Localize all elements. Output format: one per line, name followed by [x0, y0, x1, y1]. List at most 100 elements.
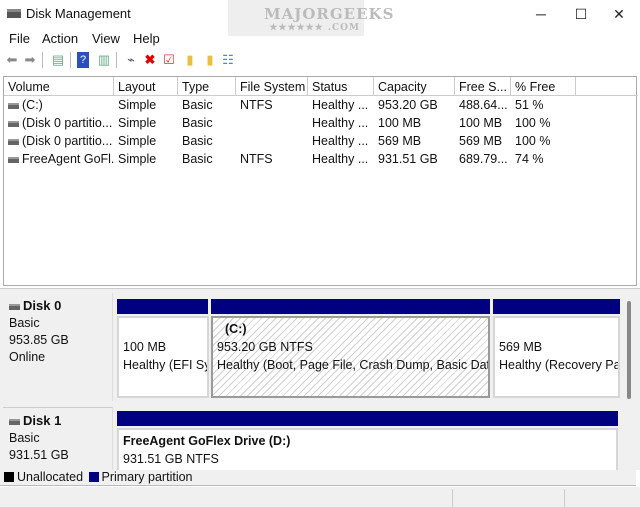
- partition-size: 569 MB: [499, 340, 543, 354]
- cell-text: (C:): [22, 98, 43, 112]
- show-pane-icon[interactable]: ▥: [96, 52, 112, 68]
- disk-icon: [9, 418, 20, 425]
- close-button[interactable]: ✕: [596, 0, 640, 28]
- delete-icon[interactable]: ✖: [142, 52, 158, 68]
- cell-free-s-: 100 MB: [455, 115, 511, 133]
- scrollbar[interactable]: [627, 301, 631, 399]
- cell-layout: Simple: [114, 115, 178, 133]
- partition-bar: [493, 299, 620, 314]
- connect-icon[interactable]: ⌁: [123, 52, 139, 68]
- cell-%-free: 51 %: [511, 97, 576, 115]
- menu-file[interactable]: File: [9, 31, 30, 46]
- partition-c[interactable]: (C:) 953.20 GB NTFS Healthy (Boot, Page …: [211, 316, 490, 398]
- unallocated-swatch: [4, 472, 14, 482]
- cell-text: Simple: [118, 152, 157, 166]
- cell-text: 100 %: [515, 116, 551, 130]
- volume-icon: [8, 120, 19, 127]
- column-header-file-system[interactable]: File System: [236, 77, 308, 96]
- cell-volume: (Disk 0 partitio...: [4, 133, 114, 151]
- cell-text: NTFS: [240, 98, 273, 112]
- partition-size: 100 MB: [123, 340, 167, 354]
- volume-icon: [8, 102, 19, 109]
- cell-text: FreeAgent GoFl...: [22, 152, 114, 166]
- partition-bar: [117, 411, 618, 426]
- cell-text: Basic: [182, 152, 213, 166]
- cell-file-system: NTFS: [236, 97, 308, 115]
- console-tree-icon[interactable]: ▤: [50, 52, 66, 68]
- disk-0-label[interactable]: Disk 0 Basic 953.85 GB Online: [3, 293, 113, 401]
- partition-recovery[interactable]: 569 MB Healthy (Recovery Partition): [493, 316, 620, 398]
- cell-status: Healthy ...: [308, 115, 374, 133]
- disk-icon: [9, 303, 20, 310]
- cell-text: 569 MB: [378, 134, 422, 148]
- column-header-status[interactable]: Status: [308, 77, 374, 96]
- cell-status: Healthy ...: [308, 133, 374, 151]
- cell-status: Healthy ...: [308, 97, 374, 115]
- properties-icon[interactable]: ☑: [161, 52, 177, 68]
- cell-volume: (C:): [4, 97, 114, 115]
- cell-status: Healthy ...: [308, 151, 374, 169]
- cell-%-free: 100 %: [511, 133, 576, 151]
- cell-file-system: NTFS: [236, 151, 308, 169]
- cell-text: Healthy ...: [312, 134, 369, 148]
- column-header-percent-free[interactable]: % Free: [511, 77, 576, 96]
- cell-type: Basic: [178, 133, 236, 151]
- cell-%-free: 100 %: [511, 115, 576, 133]
- volume-icon: [8, 156, 19, 163]
- back-icon[interactable]: ⬅: [4, 52, 20, 68]
- cell-capacity: 100 MB: [374, 115, 455, 133]
- disk-size: 953.85 GB: [9, 333, 69, 347]
- menu-help[interactable]: Help: [133, 31, 160, 46]
- toolbar: ⬅ ➡ ▤ ? ▥ ⌁ ✖ ☑ ▮ ▮ ☷: [0, 49, 640, 71]
- cell-layout: Simple: [114, 97, 178, 115]
- cell-text: Simple: [118, 116, 157, 130]
- column-header-capacity[interactable]: Capacity: [374, 77, 455, 96]
- cell-text: 569 MB: [459, 134, 503, 148]
- majorgeeks-watermark-logo: MAJORGEEKS ★★★★★★ .COM: [228, 0, 393, 36]
- cell-text: Simple: [118, 98, 157, 112]
- volume-list: Volume Layout Type File System Status Ca…: [3, 76, 638, 286]
- partition-status: Healthy (EFI System Partition): [123, 358, 207, 372]
- partition-bar: [117, 299, 208, 314]
- partition-title: FreeAgent GoFlex Drive (D:): [123, 434, 291, 448]
- list-icon[interactable]: ☷: [220, 52, 236, 68]
- cell-text: 100 MB: [378, 116, 422, 130]
- menu-view[interactable]: View: [92, 31, 120, 46]
- cell-text: Healthy ...: [312, 152, 369, 166]
- primary-swatch: [88, 472, 99, 482]
- cell-free-s-: 488.64...: [455, 97, 511, 115]
- column-header-free-space[interactable]: Free S...: [455, 77, 511, 96]
- partition-title: (C:): [225, 322, 247, 336]
- cell-text: 689.79...: [459, 152, 508, 166]
- window-title: Disk Management: [26, 6, 131, 21]
- search-folder-icon[interactable]: ▮: [202, 52, 218, 68]
- disk-1-label[interactable]: Disk 1 Basic 931.51 GB: [3, 407, 113, 471]
- forward-icon[interactable]: ➡: [22, 52, 38, 68]
- partition-efi[interactable]: 100 MB Healthy (EFI System Partition): [117, 316, 209, 398]
- up-folder-icon[interactable]: ▮: [182, 52, 198, 68]
- disk-type: Basic: [9, 431, 40, 445]
- cell-volume: FreeAgent GoFl...: [4, 151, 114, 169]
- cell-layout: Simple: [114, 133, 178, 151]
- cell-%-free: 74 %: [511, 151, 576, 169]
- help-icon[interactable]: ?: [77, 52, 89, 68]
- column-header-layout[interactable]: Layout: [114, 77, 178, 96]
- cell-text: 488.64...: [459, 98, 508, 112]
- cell-text: 74 %: [515, 152, 544, 166]
- cell-file-system: [236, 115, 308, 133]
- cell-text: Simple: [118, 134, 157, 148]
- status-bar: [0, 487, 640, 507]
- disk-management-icon: [7, 9, 21, 18]
- title-bar: Disk Management MAJORGEEKS ★★★★★★ .COM ─ …: [0, 0, 640, 36]
- legend-unallocated: Unallocated: [17, 470, 84, 484]
- cell-text: Healthy ...: [312, 98, 369, 112]
- disk-state: Online: [9, 350, 46, 364]
- legend-primary: Primary partition: [101, 470, 193, 484]
- cell-text: 51 %: [515, 98, 544, 112]
- partition-d[interactable]: FreeAgent GoFlex Drive (D:) 931.51 GB NT…: [117, 428, 618, 473]
- column-header-volume[interactable]: Volume: [4, 77, 114, 96]
- menu-action[interactable]: Action: [42, 31, 78, 46]
- cell-capacity: 953.20 GB: [374, 97, 455, 115]
- column-header-type[interactable]: Type: [178, 77, 236, 96]
- cell-text: (Disk 0 partitio...: [22, 116, 113, 130]
